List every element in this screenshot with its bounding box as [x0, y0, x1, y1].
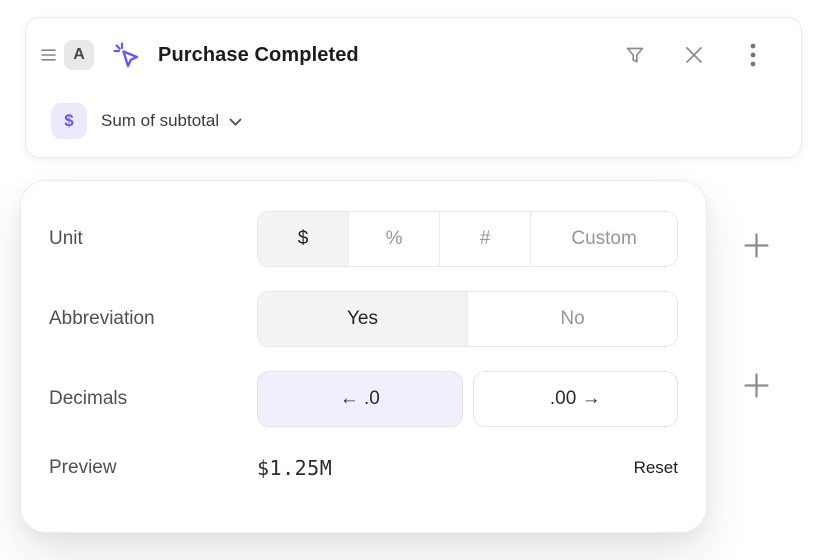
event-header-row: A Purchase Completed	[39, 40, 783, 70]
decimals-controls: ← .0 .00 →	[257, 371, 678, 427]
more-menu-icon[interactable]	[741, 43, 765, 67]
unit-option-dollar[interactable]: $	[258, 212, 348, 266]
reset-button[interactable]: Reset	[634, 458, 678, 478]
abbreviation-option-yes[interactable]: Yes	[258, 292, 467, 346]
unit-segmented-control: $ % # Custom	[257, 211, 678, 267]
add-formula-button[interactable]	[738, 367, 774, 403]
add-metric-button[interactable]	[738, 227, 774, 263]
decimals-decrease-button[interactable]: ← .0	[257, 371, 463, 427]
preview-row: Preview $1.25M Reset	[49, 456, 678, 480]
header-actions	[623, 43, 765, 67]
metric-row[interactable]: $ Sum of subtotal	[51, 103, 783, 139]
preview-value: $1.25M	[257, 456, 332, 480]
preview-right: $1.25M Reset	[257, 456, 678, 480]
abbreviation-row: Abbreviation Yes No	[49, 291, 678, 347]
preview-label: Preview	[49, 457, 257, 479]
abbreviation-segmented-control: Yes No	[257, 291, 678, 347]
event-title: Purchase Completed	[158, 44, 359, 67]
decimals-label: Decimals	[49, 388, 257, 410]
decimals-increase-button[interactable]: .00 →	[473, 371, 679, 427]
event-letter-badge: A	[64, 40, 94, 70]
click-event-icon	[111, 40, 141, 70]
format-panel: Unit $ % # Custom Abbreviation Yes No De…	[20, 180, 707, 533]
drag-handle-icon[interactable]	[39, 44, 58, 66]
unit-label: Unit	[49, 228, 257, 250]
unit-option-custom[interactable]: Custom	[530, 212, 677, 266]
plus-icon	[743, 372, 770, 399]
currency-badge: $	[51, 103, 87, 139]
abbreviation-option-no[interactable]: No	[467, 292, 677, 346]
unit-option-number[interactable]: #	[439, 212, 530, 266]
unit-option-percent[interactable]: %	[348, 212, 439, 266]
close-icon[interactable]	[682, 43, 706, 67]
chevron-down-icon[interactable]	[229, 116, 242, 127]
unit-row: Unit $ % # Custom	[49, 211, 678, 267]
event-card: A Purchase Completed	[25, 17, 802, 158]
filter-icon[interactable]	[623, 43, 647, 67]
metric-label: Sum of subtotal	[101, 111, 219, 131]
decimals-row: Decimals ← .0 .00 →	[49, 371, 678, 427]
plus-icon	[743, 232, 770, 259]
abbreviation-label: Abbreviation	[49, 308, 257, 330]
